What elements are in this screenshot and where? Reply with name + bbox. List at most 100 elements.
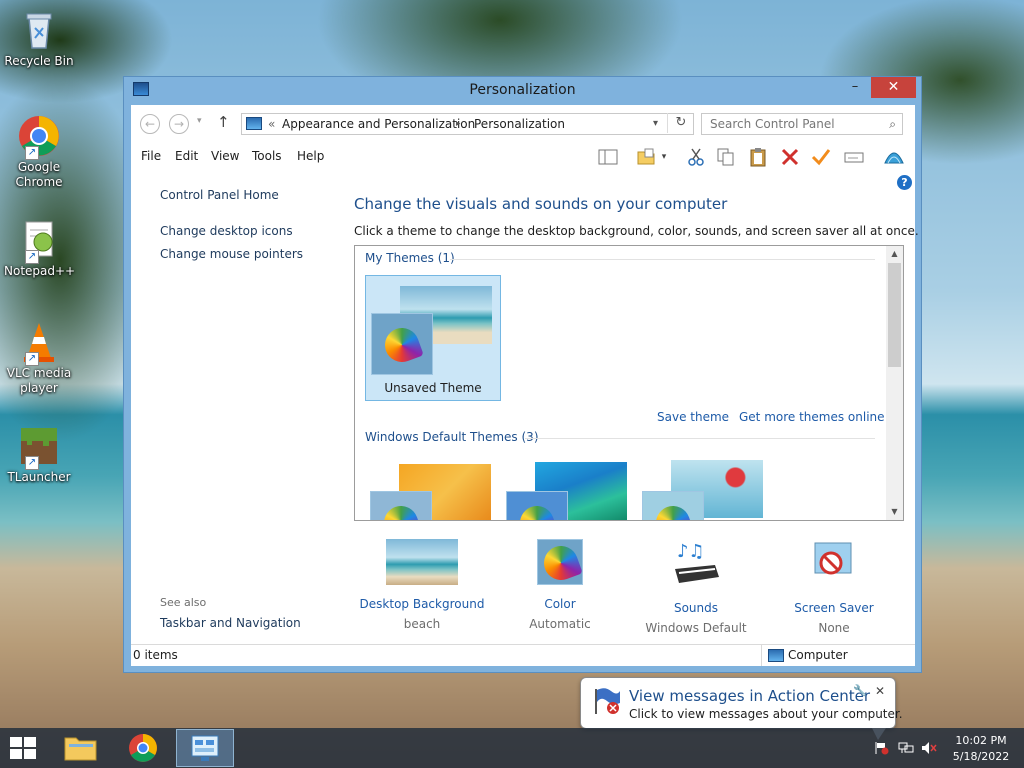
taskbar-file-explorer[interactable] — [52, 729, 110, 767]
chrome-icon — [129, 734, 157, 762]
themes-list[interactable]: My Themes (1) Unsaved Theme Save theme G… — [354, 245, 904, 521]
menu-toolbar-row: File Edit View Tools Help ▾ ? — [131, 141, 915, 190]
breadcrumb-personalization[interactable]: Personalization — [474, 114, 565, 134]
paste-clipboard-icon[interactable] — [748, 147, 768, 167]
setting-label[interactable]: Screen Saver — [766, 601, 902, 615]
save-theme-link[interactable]: Save theme — [657, 410, 729, 424]
notification-title[interactable]: View messages in Action Center — [629, 687, 870, 705]
theme-tile-windows[interactable] — [365, 452, 501, 520]
breadcrumb-separator-icon[interactable]: ▸ — [456, 114, 461, 134]
close-button[interactable]: ✕ — [871, 77, 916, 98]
scroll-down-arrow-icon[interactable]: ▼ — [886, 504, 903, 520]
menu-file[interactable]: File — [141, 149, 161, 163]
status-item-count: 0 items — [133, 648, 178, 662]
personalization-window: Personalization – ▭ ✕ ← → ▾ ↑ « Appearan… — [123, 76, 922, 673]
refresh-icon[interactable]: ↻ — [667, 113, 694, 133]
notification-close-icon[interactable]: ✕ — [875, 684, 885, 698]
taskbar-google-chrome[interactable] — [114, 729, 172, 767]
windows-logo-icon — [10, 737, 22, 747]
volume-muted-icon[interactable] — [921, 741, 937, 755]
menu-help[interactable]: Help — [297, 149, 324, 163]
status-bar: 0 items Computer — [131, 644, 915, 666]
control-panel-small-icon — [246, 117, 262, 130]
menu-tools[interactable]: Tools — [252, 149, 282, 163]
desktop-icon-tlauncher[interactable]: ↗ TLauncher — [4, 424, 74, 485]
desktop-icon-recycle-bin[interactable]: Recycle Bin — [4, 8, 74, 69]
theme-tile-flowers[interactable] — [637, 452, 773, 520]
themes-scrollbar[interactable]: ▲ ▼ — [886, 246, 903, 520]
setting-value: Windows Default — [645, 621, 747, 635]
scroll-up-arrow-icon[interactable]: ▲ — [886, 246, 903, 262]
address-bar[interactable]: « Appearance and Personalization ▸ Perso… — [241, 113, 694, 135]
taskbar: 10:02 PM 5/18/2022 — [0, 728, 1024, 768]
folder-options-dropdown-icon[interactable]: ▾ — [658, 147, 670, 167]
page-title: Change the visuals and sounds on your co… — [354, 195, 728, 213]
taskbar-control-panel[interactable] — [176, 729, 234, 767]
taskbar-clock[interactable]: 10:02 PM 5/18/2022 — [944, 733, 1018, 765]
back-button[interactable]: ← — [140, 114, 160, 134]
link-taskbar-and-navigation[interactable]: Taskbar and Navigation — [160, 616, 301, 630]
shortcut-arrow-icon: ↗ — [25, 250, 39, 264]
notification-text[interactable]: Click to view messages about your comput… — [629, 707, 903, 721]
search-placeholder: Search Control Panel — [710, 117, 835, 131]
window-titlebar[interactable]: Personalization – ▭ ✕ — [124, 77, 921, 104]
desktop-icon-google-chrome[interactable]: ↗ Google Chrome — [4, 114, 74, 190]
shell-globe-icon[interactable] — [883, 147, 904, 167]
folder-options-icon[interactable] — [636, 147, 656, 167]
color-setting[interactable]: Color Automatic — [492, 539, 628, 631]
desktop-icon-label: Google Chrome — [15, 160, 63, 189]
action-center-flag-tray-icon[interactable] — [874, 741, 890, 755]
setting-label[interactable]: Color — [492, 597, 628, 611]
recent-pages-chevron-icon[interactable]: ▾ — [197, 116, 202, 126]
notification-settings-wrench-icon[interactable]: 🔧 — [853, 684, 867, 697]
chrome-icon: ↗ — [17, 114, 61, 160]
color-fan-icon — [651, 501, 695, 520]
default-themes-heading: Windows Default Themes (3) — [365, 430, 539, 444]
action-center-notification[interactable]: View messages in Action Center Click to … — [580, 677, 903, 729]
cut-scissors-icon[interactable] — [686, 147, 706, 167]
rename-field-icon[interactable] — [844, 147, 864, 167]
sounds-piano-icon: ♪♫ — [671, 539, 721, 589]
get-more-themes-link[interactable]: Get more themes online — [739, 410, 885, 424]
theme-tile-lines-and-colors[interactable] — [501, 452, 637, 520]
start-button[interactable] — [10, 737, 38, 761]
desktop-background-setting[interactable]: Desktop Background beach — [354, 539, 490, 631]
setting-value: None — [818, 621, 850, 635]
desktop-icon-vlc[interactable]: ↗ VLC media player — [4, 320, 74, 396]
network-icon[interactable] — [898, 741, 914, 755]
copy-icon[interactable] — [716, 147, 736, 167]
desktop-icon-notepad-plus-plus[interactable]: ↗ Notepad++ — [4, 218, 75, 279]
breadcrumb-overflow[interactable]: « — [268, 114, 275, 134]
sounds-setting[interactable]: ♪♫ Sounds Windows Default — [628, 539, 764, 635]
color-fan-icon — [379, 501, 423, 520]
desktop-icon-label: Recycle Bin — [4, 54, 74, 68]
menu-view[interactable]: View — [211, 149, 239, 163]
search-icon[interactable]: ⌕ — [889, 114, 896, 134]
clock-date: 5/18/2022 — [952, 750, 1010, 763]
menu-edit[interactable]: Edit — [175, 149, 198, 163]
minimize-button[interactable]: – — [842, 77, 868, 98]
delete-x-icon[interactable] — [780, 147, 800, 167]
windows-logo-icon — [24, 737, 36, 747]
link-change-desktop-icons[interactable]: Change desktop icons — [160, 224, 293, 238]
link-change-mouse-pointers[interactable]: Change mouse pointers — [160, 247, 303, 261]
control-panel-icon — [191, 735, 219, 761]
setting-label[interactable]: Sounds — [628, 601, 764, 615]
desktop-background-thumbnail — [386, 539, 458, 585]
theme-tile-unsaved[interactable]: Unsaved Theme — [365, 275, 501, 401]
screen-saver-setting[interactable]: Screen Saver None — [766, 539, 902, 635]
help-icon[interactable]: ? — [897, 175, 912, 190]
setting-label[interactable]: Desktop Background — [354, 597, 490, 611]
see-also-label: See also — [160, 596, 207, 609]
scroll-thumb[interactable] — [888, 263, 901, 367]
layout-pane-icon[interactable] — [598, 147, 618, 167]
up-button[interactable]: ↑ — [217, 113, 230, 131]
forward-button[interactable]: → — [169, 114, 189, 134]
properties-check-icon[interactable] — [811, 147, 831, 167]
address-dropdown-icon[interactable]: ▾ — [653, 114, 658, 134]
breadcrumb-appearance[interactable]: Appearance and Personalization — [282, 114, 475, 134]
window-title: Personalization — [469, 82, 576, 98]
address-row: ← → ▾ ↑ « Appearance and Personalization… — [131, 105, 915, 141]
link-control-panel-home[interactable]: Control Panel Home — [160, 188, 279, 202]
search-input[interactable]: Search Control Panel ⌕ — [701, 113, 903, 135]
